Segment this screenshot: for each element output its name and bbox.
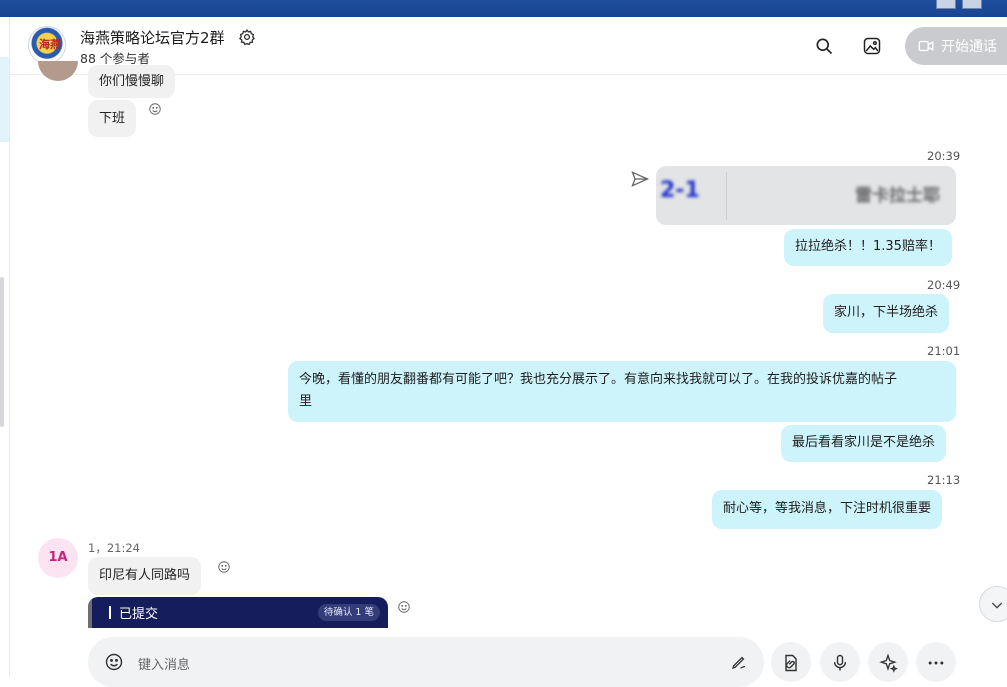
message-text: 耐心等，等我消息，下注时机很重要 <box>723 501 932 516</box>
outgoing-message[interactable]: 最后看看家川是不是绝杀 <box>781 425 947 462</box>
screenshot-title: 已提交 <box>119 607 159 622</box>
window-titlebar <box>0 0 1007 17</box>
video-call-icon <box>918 40 934 52</box>
attach-file-icon <box>785 654 797 672</box>
message-text-line-2: 里 <box>299 394 313 409</box>
image-message[interactable]: 2-1 雷卡拉士耶 <box>656 166 956 225</box>
message-text: 下班 <box>99 111 126 126</box>
ai-assist-button[interactable] <box>868 642 908 682</box>
more-dots-icon <box>928 661 944 665</box>
sender-avatar[interactable]: 1A <box>38 538 78 578</box>
incoming-message[interactable]: 下班 <box>88 100 137 137</box>
image-text-right: 雷卡拉士耶 <box>855 186 940 206</box>
message-text: 印尼有人同路吗 <box>99 568 191 583</box>
message-time: 21:13 <box>927 473 961 487</box>
minimize-button[interactable] <box>936 0 956 9</box>
message-input[interactable]: 键入消息 <box>138 654 190 673</box>
selected-chat-highlight[interactable] <box>0 57 9 142</box>
message-list[interactable]: 你们慢慢聊 下班 20:39 2-1 雷卡拉士耶 拉拉绝杀！！1.35赔率！ 2… <box>10 61 1007 635</box>
voice-message-button[interactable] <box>820 642 860 682</box>
message-time: 20:39 <box>927 149 961 163</box>
group-avatar[interactable]: 海燕 <box>28 26 66 64</box>
search-icon[interactable] <box>814 36 834 56</box>
message-text: 你们慢慢聊 <box>99 74 165 89</box>
sender-avatar[interactable] <box>38 61 78 81</box>
start-call-label: 开始通话 <box>941 39 997 55</box>
more-options-button[interactable] <box>916 642 956 682</box>
maximize-button[interactable] <box>962 0 982 9</box>
outgoing-message[interactable]: 耐心等，等我消息，下注时机很重要 <box>712 490 943 529</box>
attach-file-button[interactable] <box>771 642 811 682</box>
outgoing-message[interactable]: 拉拉绝杀！！1.35赔率！ <box>784 229 952 266</box>
image-divider <box>726 172 727 220</box>
start-call-button[interactable]: 开始通话 <box>905 27 1007 65</box>
settings-gear-icon[interactable] <box>238 28 256 46</box>
left-panel-scrollbar[interactable] <box>0 277 4 427</box>
screenshot-image-message[interactable]: 已提交 待确认 1 笔 <box>88 597 388 628</box>
sender-meta: 1，21:24 <box>88 541 140 555</box>
emoji-icon[interactable] <box>104 652 124 672</box>
add-reaction-icon[interactable] <box>148 102 162 116</box>
add-reaction-icon[interactable] <box>217 560 231 574</box>
microphone-icon <box>833 654 847 671</box>
incoming-message[interactable]: 印尼有人同路吗 <box>88 557 202 595</box>
group-name[interactable]: 海燕策略论坛官方2群 <box>80 27 225 48</box>
message-text: 拉拉绝杀！！1.35赔率！ <box>795 239 941 254</box>
message-text-line-1: 今晚，看懂的朋友翻番都有可能了吧？我也充分展示了。有意向来找我就可以了。在我的投… <box>299 372 898 387</box>
image-text-left: 2-1 <box>660 178 700 203</box>
title-marker <box>109 606 111 619</box>
message-time: 21:01 <box>927 344 961 358</box>
sparkle-icon <box>879 653 898 673</box>
add-reaction-icon[interactable] <box>397 600 411 614</box>
message-time: 20:49 <box>927 278 961 292</box>
pending-badge: 待确认 1 笔 <box>317 604 380 621</box>
message-text: 家川，下半场绝杀 <box>834 305 939 320</box>
chevron-down-icon <box>991 602 1003 609</box>
image-edge <box>88 597 92 628</box>
media-gallery-icon[interactable] <box>862 36 882 56</box>
handwriting-icon[interactable] <box>730 653 748 671</box>
outgoing-message[interactable]: 今晚，看懂的朋友翻番都有可能了吧？我也充分展示了。有意向来找我就可以了。在我的投… <box>288 361 956 422</box>
scroll-to-bottom-button[interactable] <box>979 586 1007 622</box>
incoming-message[interactable]: 你们慢慢聊 <box>88 65 176 98</box>
outgoing-message[interactable]: 家川，下半场绝杀 <box>823 294 950 333</box>
forward-icon[interactable] <box>630 169 650 189</box>
left-panel-edge <box>0 17 10 677</box>
message-text: 最后看看家川是不是绝杀 <box>792 435 936 450</box>
message-composer[interactable]: 键入消息 <box>88 637 764 687</box>
